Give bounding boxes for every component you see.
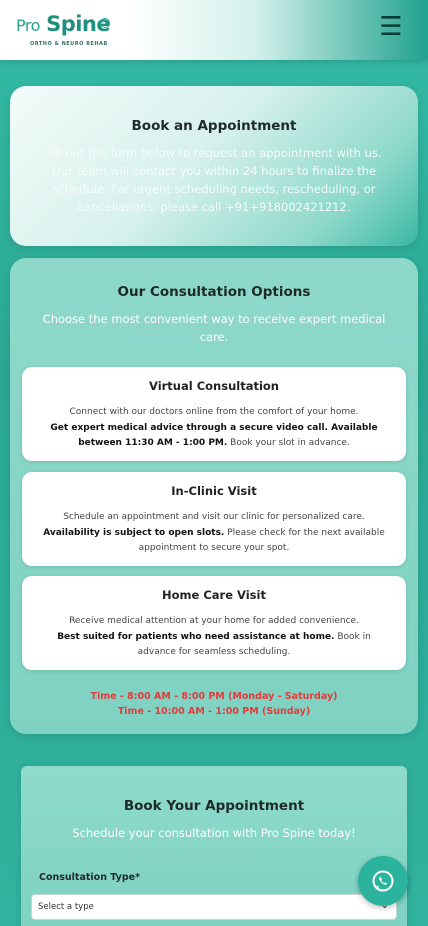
option-highlight: Best suited for patients who need assist…	[57, 631, 335, 642]
logo-wordmark: Pro Spine	[16, 12, 111, 36]
intro-title: Book an Appointment	[131, 118, 297, 134]
logo-tagline: ORTHO & NEURO REHAB	[30, 41, 108, 47]
option-line: Connect with our doctors online from the…	[69, 407, 359, 417]
prospine-logo[interactable]: Pro Spine TM ORTHO & NEURO REHAB	[16, 12, 112, 50]
option-line: Schedule an appointment and visit our cl…	[63, 512, 365, 522]
timing-weekday: Time - 8:00 AM - 8:00 PM (Monday - Satur…	[90, 691, 338, 702]
option-title: In-Clinic Visit	[171, 484, 257, 498]
option-highlight: Availability is subject to open slots.	[43, 527, 225, 538]
consultation-type-label: Consultation Type*	[39, 872, 141, 883]
consultation-options-card: Our Consultation Options Choose the most…	[10, 258, 418, 734]
timing-sunday: Time - 10:00 AM - 1:00 PM (Sunday)	[117, 706, 311, 717]
consultation-subtitle: Choose the most convenient way to receiv…	[42, 312, 386, 344]
logo-pro-text: Pro	[16, 16, 40, 35]
option-virtual-consultation[interactable]: Virtual Consultation Connect with our do…	[22, 367, 406, 461]
hamburger-menu-icon[interactable]: ☰	[378, 14, 404, 40]
form-title: Book Your Appointment	[123, 798, 305, 814]
option-home-care-visit[interactable]: Home Care Visit Receive medical attentio…	[22, 576, 406, 670]
consultation-title: Our Consultation Options	[117, 284, 311, 300]
option-line: Receive medical attention at your home f…	[69, 616, 359, 626]
intro-body: Fill out the form below to request an ap…	[46, 146, 382, 214]
whatsapp-icon	[372, 870, 394, 892]
appointment-form-card: Book Your Appointment Schedule your cons…	[21, 766, 407, 926]
consultation-type-select[interactable]: Select a type ⌄	[31, 894, 397, 920]
option-in-clinic-visit[interactable]: In-Clinic Visit Schedule an appointment …	[22, 472, 406, 566]
book-appointment-intro-card: Book an Appointment Fill out the form be…	[10, 86, 418, 246]
option-title: Home Care Visit	[162, 588, 266, 602]
logo-trademark: TM	[100, 18, 110, 28]
option-description: Schedule an appointment and visit our cl…	[38, 510, 390, 557]
form-subtitle: Schedule your consultation with Pro Spin…	[72, 826, 356, 840]
option-description: Receive medical attention at your home f…	[38, 614, 390, 661]
option-description: Connect with our doctors online from the…	[38, 405, 390, 452]
page: Pro Spine TM ORTHO & NEURO REHAB ☰ Book …	[0, 0, 428, 926]
whatsapp-button[interactable]	[358, 856, 408, 906]
option-title: Virtual Consultation	[149, 379, 279, 393]
consultation-type-value: Select a type	[38, 902, 94, 912]
option-tail: Book your slot in advance.	[227, 438, 350, 448]
site-header: Pro Spine TM ORTHO & NEURO REHAB ☰	[0, 0, 428, 60]
